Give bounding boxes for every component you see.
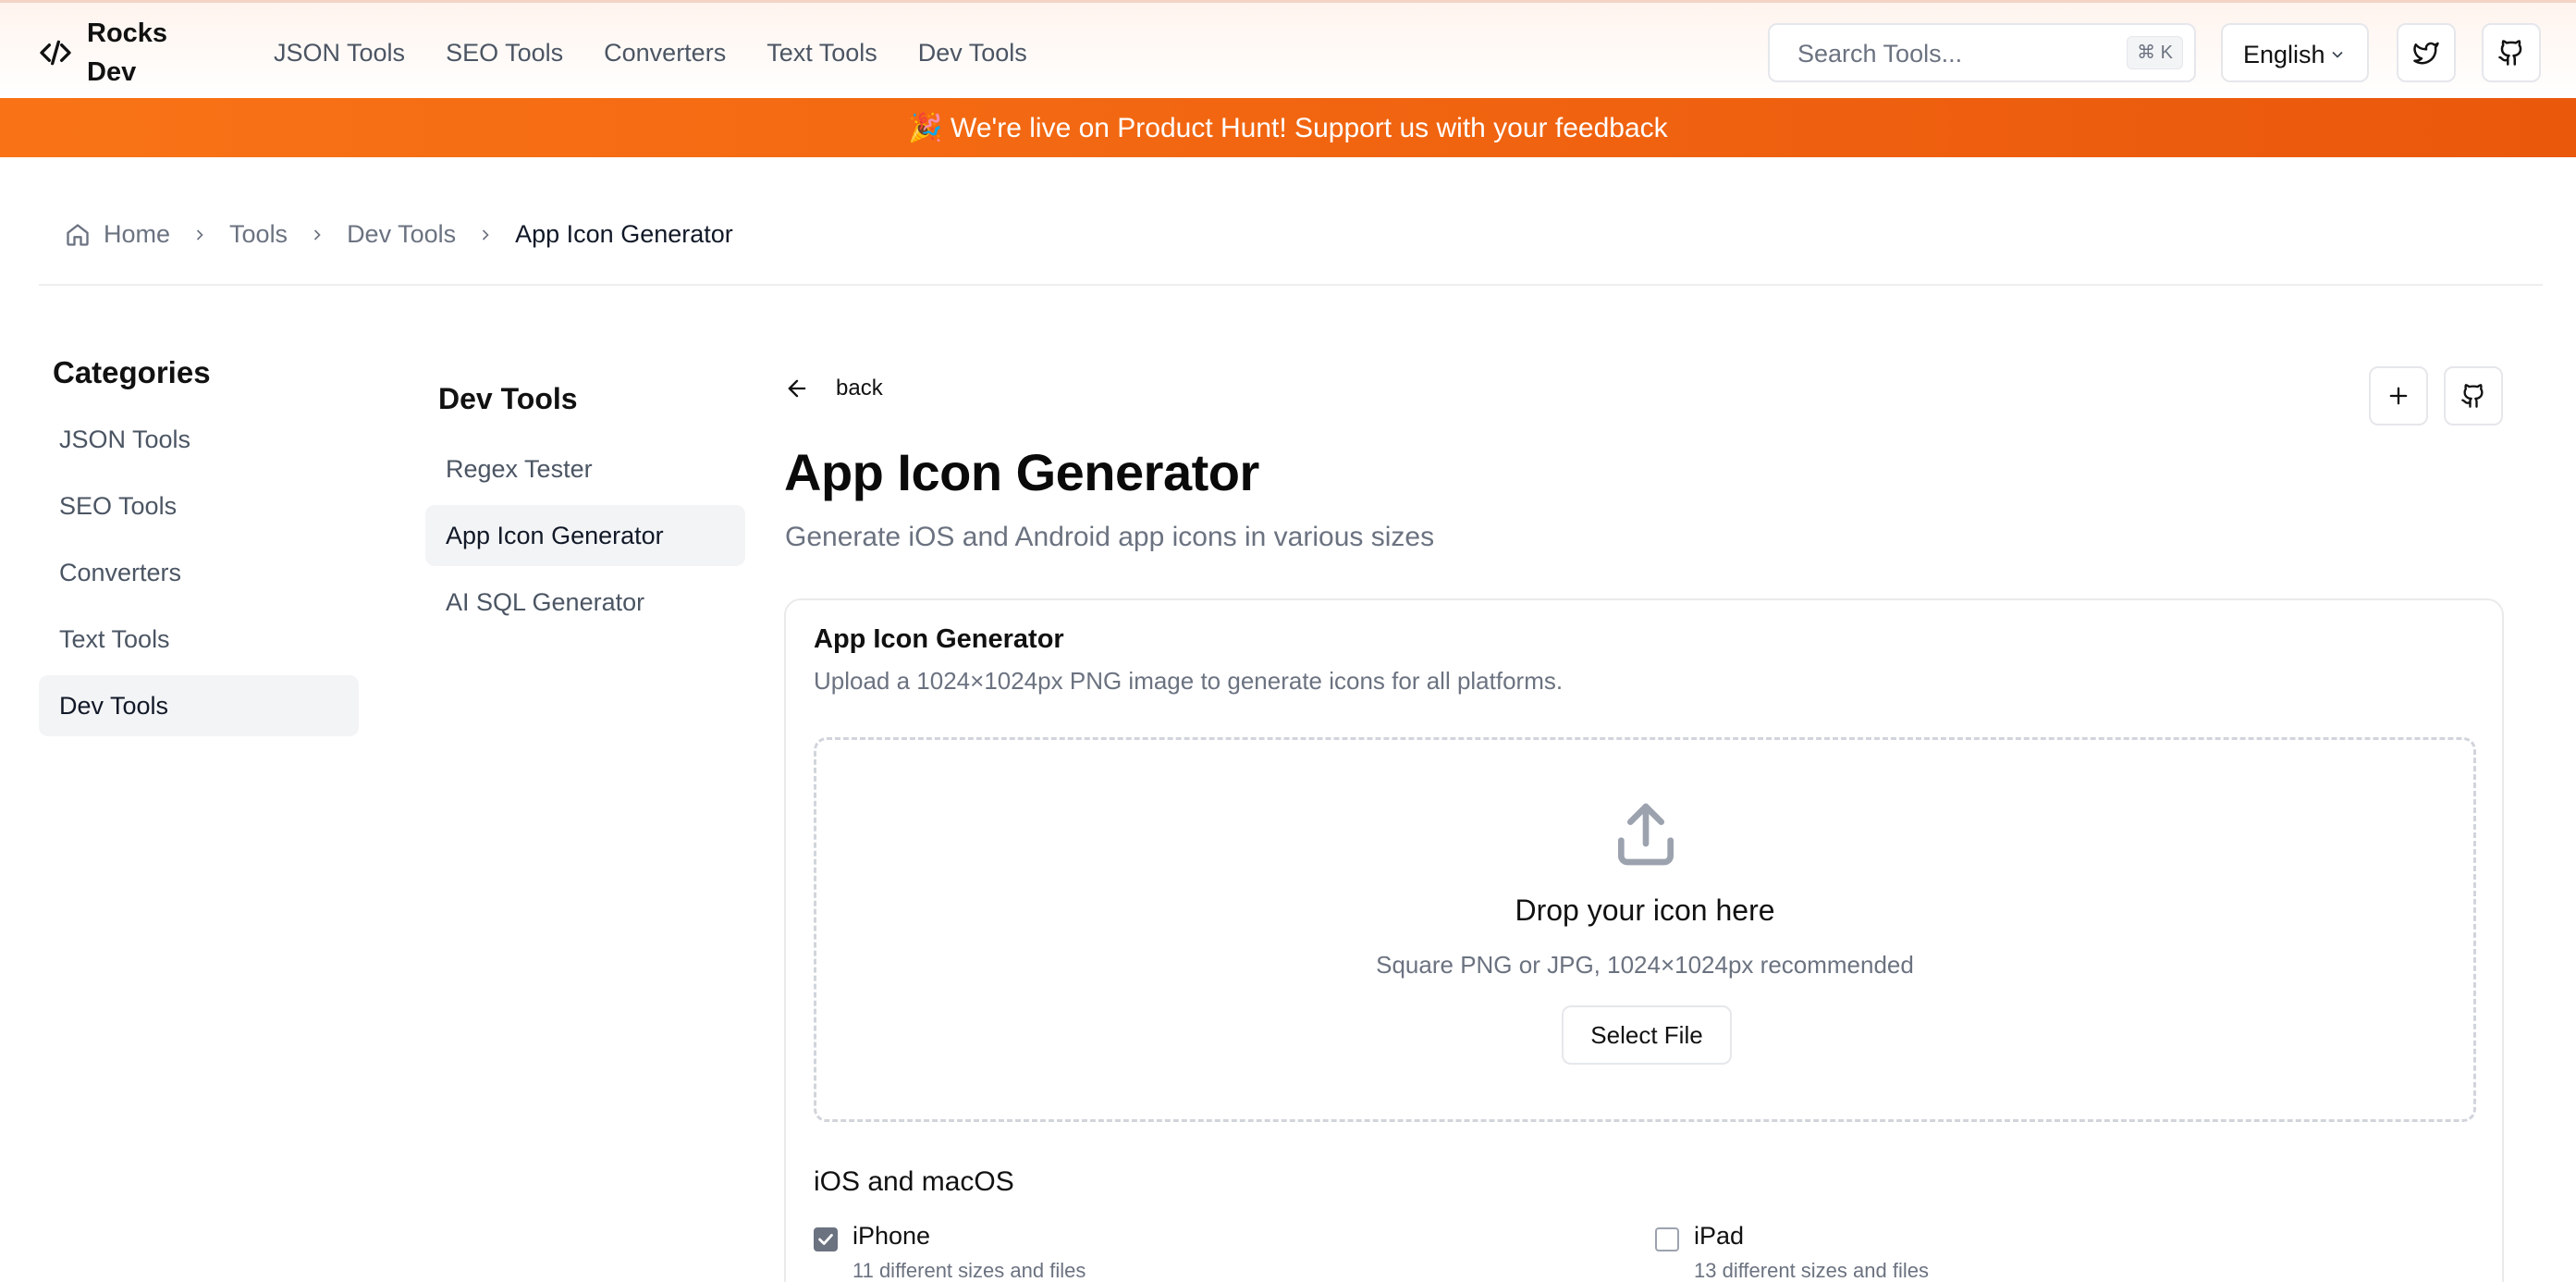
search-input[interactable]: Search Tools... ⌘ K bbox=[1768, 23, 2196, 82]
categories-title: Categories bbox=[53, 355, 211, 389]
site-header: Rocks Dev JSON Tools SEO Tools Converter… bbox=[0, 0, 2576, 98]
logo-text: Rocks Dev bbox=[87, 18, 168, 87]
twitter-icon bbox=[2413, 42, 2439, 65]
dropzone-title: Drop your icon here bbox=[1515, 894, 1775, 927]
section-title-ios: iOS and macOS bbox=[814, 1166, 1014, 1197]
breadcrumb-current: App Icon Generator bbox=[515, 220, 733, 248]
breadcrumb: Home Tools Dev Tools App Icon Generator bbox=[65, 220, 733, 249]
back-link[interactable]: back bbox=[784, 376, 883, 401]
file-dropzone[interactable]: Drop your icon here Square PNG or JPG, 1… bbox=[814, 737, 2476, 1122]
card-description: Upload a 1024×1024px PNG image to genera… bbox=[814, 667, 1564, 695]
iphone-checkbox[interactable] bbox=[814, 1227, 838, 1251]
category-converters[interactable]: Converters bbox=[39, 542, 359, 603]
banner-text: 🎉 We're live on Product Hunt! Support us… bbox=[908, 112, 1668, 143]
nav-seo-tools[interactable]: SEO Tools bbox=[446, 34, 563, 71]
add-button[interactable] bbox=[2369, 366, 2428, 425]
subnav-list: Regex Tester App Icon Generator AI SQL G… bbox=[425, 438, 745, 638]
code-icon bbox=[40, 40, 71, 66]
search-shortcut: ⌘ K bbox=[2127, 36, 2183, 69]
option-detail: 11 different sizes and files bbox=[853, 1259, 1086, 1282]
breadcrumb-dev-tools[interactable]: Dev Tools bbox=[347, 220, 456, 249]
option-detail: 13 different sizes and files bbox=[1694, 1259, 1929, 1282]
github-source-button[interactable] bbox=[2444, 366, 2503, 425]
dropzone-hint: Square PNG or JPG, 1024×1024px recommend… bbox=[1376, 951, 1914, 979]
card-title: App Icon Generator bbox=[814, 624, 1064, 654]
chevron-right-icon bbox=[308, 226, 326, 244]
nav-dev-tools[interactable]: Dev Tools bbox=[918, 34, 1027, 71]
breadcrumb-tools[interactable]: Tools bbox=[229, 220, 288, 249]
category-text-tools[interactable]: Text Tools bbox=[39, 609, 359, 670]
language-value: English bbox=[2243, 41, 2325, 68]
category-dev-tools[interactable]: Dev Tools bbox=[39, 675, 359, 736]
page-title: App Icon Generator bbox=[784, 443, 1259, 501]
plus-icon bbox=[2389, 387, 2408, 405]
select-file-button[interactable]: Select File bbox=[1562, 1005, 1732, 1065]
chevron-right-icon bbox=[476, 226, 495, 244]
option-label: iPhone bbox=[853, 1222, 931, 1250]
upload-icon bbox=[1618, 803, 1674, 866]
breadcrumb-home-label: Home bbox=[104, 220, 171, 248]
nav-text-tools[interactable]: Text Tools bbox=[767, 34, 877, 71]
divider bbox=[39, 284, 2543, 286]
arrow-left-icon bbox=[788, 379, 806, 398]
subnav-regex-tester[interactable]: Regex Tester bbox=[425, 438, 745, 499]
breadcrumb-home[interactable]: Home bbox=[65, 220, 170, 249]
subnav-ai-sql-generator[interactable]: AI SQL Generator bbox=[425, 572, 745, 633]
ipad-checkbox[interactable] bbox=[1655, 1227, 1679, 1251]
twitter-button[interactable] bbox=[2397, 23, 2456, 82]
language-select[interactable]: English bbox=[2221, 23, 2369, 82]
logo[interactable]: Rocks Dev bbox=[37, 16, 170, 90]
home-icon bbox=[67, 223, 89, 246]
github-icon bbox=[2461, 384, 2484, 408]
category-json-tools[interactable]: JSON Tools bbox=[39, 409, 359, 470]
option-label: iPad bbox=[1694, 1222, 1745, 1250]
chevron-down-icon bbox=[2332, 51, 2343, 58]
generator-card: App Icon Generator Upload a 1024×1024px … bbox=[784, 598, 2504, 1282]
top-nav: JSON Tools SEO Tools Converters Text Too… bbox=[274, 34, 1068, 71]
subnav-title: Dev Tools bbox=[438, 382, 578, 415]
check-icon bbox=[818, 1234, 833, 1245]
subnav-app-icon-generator[interactable]: App Icon Generator bbox=[425, 505, 745, 566]
back-label: back bbox=[836, 376, 883, 401]
page-subtitle: Generate iOS and Android app icons in va… bbox=[785, 522, 1435, 552]
nav-json-tools[interactable]: JSON Tools bbox=[274, 34, 405, 71]
chevron-right-icon bbox=[190, 226, 209, 244]
nav-converters[interactable]: Converters bbox=[604, 34, 726, 71]
categories-list: JSON Tools SEO Tools Converters Text Too… bbox=[39, 409, 359, 742]
github-button[interactable] bbox=[2482, 23, 2541, 82]
announcement-banner[interactable]: 🎉 We're live on Product Hunt! Support us… bbox=[0, 98, 2576, 157]
github-icon bbox=[2498, 40, 2522, 66]
category-seo-tools[interactable]: SEO Tools bbox=[39, 475, 359, 536]
search-placeholder: Search Tools... bbox=[1797, 40, 1963, 68]
